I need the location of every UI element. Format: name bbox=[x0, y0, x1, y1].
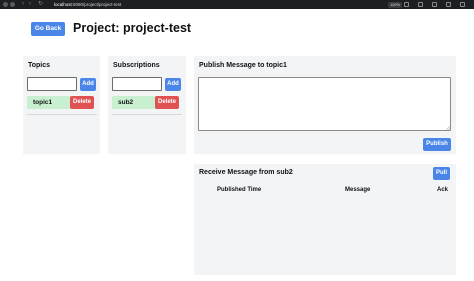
go-back-button[interactable]: Go Back bbox=[31, 22, 65, 36]
back-arrow-icon[interactable]: ‹ bbox=[22, 1, 24, 8]
zoom-level[interactable]: 110% bbox=[388, 1, 402, 8]
forward-arrow-icon[interactable]: › bbox=[29, 1, 31, 8]
menu-icon[interactable] bbox=[460, 2, 465, 7]
receive-title: Receive Message from sub2 bbox=[199, 169, 293, 176]
topics-panel: Topics Add topic1 Delete bbox=[23, 56, 100, 154]
window-close-icon[interactable] bbox=[3, 2, 8, 7]
publish-title: Publish Message to topic1 bbox=[199, 62, 287, 69]
divider bbox=[27, 114, 97, 115]
browser-toolbar: ‹ › ↻ localhost:8080/project/project-tes… bbox=[0, 0, 474, 9]
delete-subscription-button[interactable]: Delete bbox=[155, 96, 179, 109]
subscription-item-label: sub2 bbox=[118, 99, 134, 106]
topics-title: Topics bbox=[28, 62, 51, 69]
url-host: localhost bbox=[54, 2, 72, 7]
share-icon[interactable] bbox=[404, 2, 409, 7]
window-minimize-icon[interactable] bbox=[10, 2, 15, 7]
add-topic-button[interactable]: Add bbox=[80, 78, 96, 91]
subscriptions-title: Subscriptions bbox=[113, 62, 160, 69]
sidebar-icon[interactable] bbox=[432, 2, 437, 7]
topic-name-input[interactable] bbox=[27, 77, 77, 91]
address-bar[interactable]: localhost:8080/project/project-test bbox=[54, 1, 121, 8]
resize-handle-icon[interactable] bbox=[446, 126, 450, 130]
page-title: Project: project-test bbox=[73, 21, 192, 35]
publish-button[interactable]: Publish bbox=[423, 138, 451, 151]
add-subscription-button[interactable]: Add bbox=[165, 78, 181, 91]
column-header-published-time: Published Time bbox=[217, 187, 262, 193]
delete-topic-button[interactable]: Delete bbox=[70, 96, 94, 109]
url-path: :8080/project/project-test bbox=[71, 2, 122, 7]
publish-panel: Publish Message to topic1 Publish bbox=[194, 56, 456, 154]
tabs-overview-icon[interactable] bbox=[446, 2, 451, 7]
extensions-icon[interactable] bbox=[418, 2, 423, 7]
subscription-name-input[interactable] bbox=[112, 77, 162, 91]
list-item[interactable]: topic1 bbox=[27, 96, 73, 109]
subscriptions-panel: Subscriptions Add sub2 Delete bbox=[108, 56, 186, 154]
receive-panel: Receive Message from sub2 Pull Published… bbox=[194, 164, 456, 275]
message-textarea[interactable] bbox=[198, 77, 451, 131]
list-item[interactable]: sub2 bbox=[112, 96, 158, 109]
reload-icon[interactable]: ↻ bbox=[38, 1, 43, 8]
column-header-ack: Ack bbox=[437, 187, 449, 193]
pull-button[interactable]: Pull bbox=[433, 167, 450, 180]
column-header-message: Message bbox=[345, 187, 371, 193]
divider bbox=[112, 114, 182, 115]
topic-item-label: topic1 bbox=[33, 99, 53, 106]
